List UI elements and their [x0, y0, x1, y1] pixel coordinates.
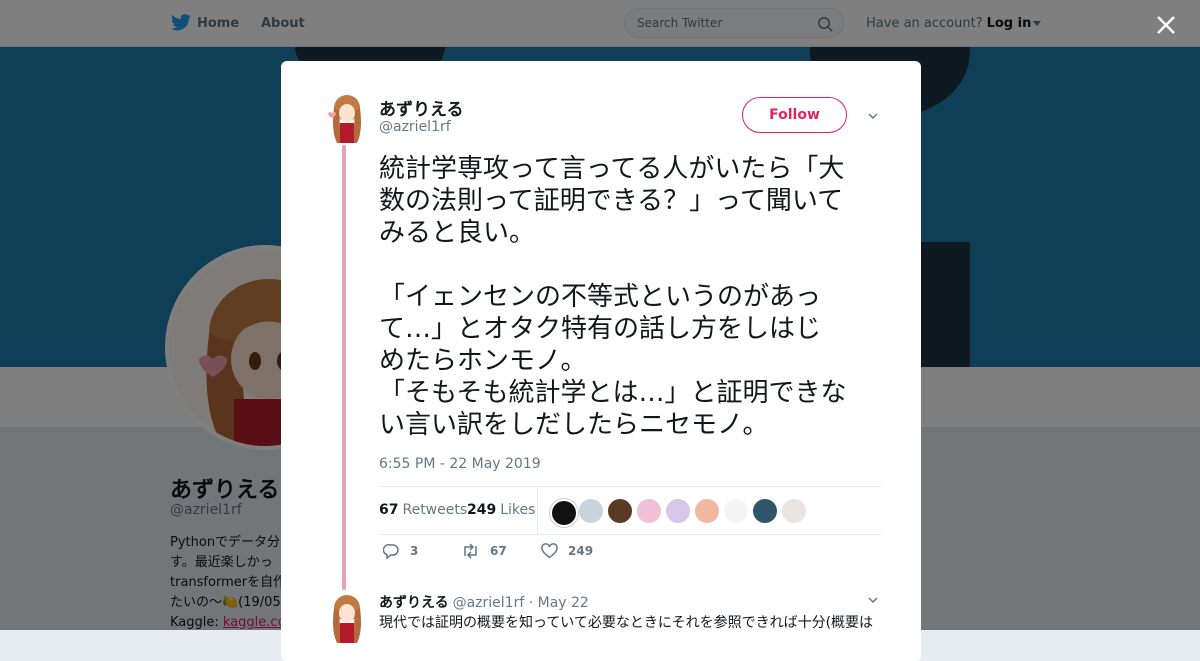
heart-icon — [541, 543, 558, 559]
retweet-icon — [464, 543, 477, 559]
liker-avatar[interactable] — [782, 499, 806, 523]
stats-divider — [537, 487, 538, 534]
retweet-count: 67 — [490, 544, 507, 558]
chevron-down-icon[interactable] — [868, 112, 878, 120]
close-icon[interactable] — [1155, 14, 1177, 36]
retweets-stat[interactable]: 67 Retweets — [379, 502, 467, 518]
liker-avatar[interactable] — [579, 499, 603, 523]
tweet-author-handle[interactable]: @azriel1rf — [379, 119, 451, 135]
tweet-author-name[interactable]: あずりえる — [379, 95, 464, 120]
liker-avatar[interactable] — [695, 499, 719, 523]
reply-button[interactable]: 3 — [383, 543, 418, 559]
tweet-modal: あずりえる @azriel1rf Follow 統計学専攻って言ってる人がいたら… — [281, 61, 921, 661]
like-button[interactable]: 249 — [541, 543, 593, 559]
reply-text: 現代では証明の概要を知っていて必要なときにそれを参照できれば十分(概要は — [379, 615, 874, 631]
reply-icon — [383, 544, 399, 559]
liker-avatar[interactable] — [608, 499, 632, 523]
reply-avatar[interactable] — [325, 591, 369, 643]
follow-button[interactable]: Follow — [742, 97, 847, 133]
likes-count: 249 — [467, 502, 497, 518]
tweet-stats: 67 Retweets 249 Likes — [379, 486, 881, 535]
liker-avatar[interactable] — [637, 499, 661, 523]
likes-stat[interactable]: 249 Likes — [467, 502, 535, 518]
tweet-timestamp[interactable]: 6:55 PM - 22 May 2019 — [379, 456, 541, 472]
likes-label: Likes — [500, 502, 536, 518]
retweet-button[interactable]: 67 — [461, 543, 507, 559]
like-count: 249 — [568, 544, 594, 558]
liker-avatar[interactable] — [724, 499, 748, 523]
reply-header: あずりえる @azriel1rf · May 22 — [379, 592, 589, 612]
liker-avatar[interactable] — [550, 499, 578, 527]
retweets-label: Retweets — [402, 502, 468, 518]
reply-author-handle[interactable]: @azriel1rf — [453, 595, 525, 611]
thread-line — [342, 145, 346, 590]
tweet-text: 統計学専攻って言ってる人がいたら「大 数の法則って証明できる？」って聞いて みる… — [379, 154, 847, 440]
liker-avatar[interactable] — [666, 499, 690, 523]
reply-author-name[interactable]: あずりえる — [379, 595, 449, 611]
tweet-avatar[interactable] — [325, 91, 369, 143]
retweets-count: 67 — [379, 502, 399, 518]
reply-date[interactable]: · May 22 — [529, 595, 589, 611]
liker-avatar[interactable] — [753, 499, 777, 523]
chevron-down-icon[interactable] — [868, 596, 878, 604]
reply-count: 3 — [410, 544, 419, 558]
